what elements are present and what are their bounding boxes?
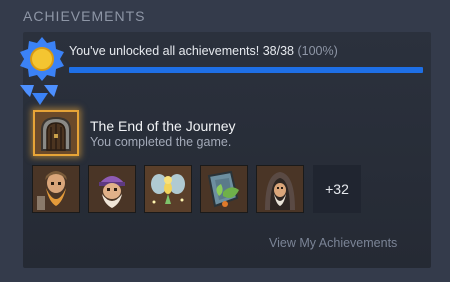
progress-text: You've unlocked all achievements! 38/38 … xyxy=(69,44,338,58)
achievement-list xyxy=(32,165,304,213)
progress-fill xyxy=(69,67,423,73)
stone-door-icon[interactable] xyxy=(33,110,79,156)
featured-achievement-title: The End of the Journey xyxy=(90,118,236,134)
section-title: ACHIEVEMENTS xyxy=(23,8,146,24)
leaf-shield-icon[interactable] xyxy=(200,165,248,213)
completion-badge-icon xyxy=(20,37,64,105)
featured-achievement-description: You completed the game. xyxy=(90,135,232,149)
progress-bar xyxy=(69,67,423,73)
bearded-warrior-icon[interactable] xyxy=(32,165,80,213)
progress-summary: You've unlocked all achievements! 38/38 xyxy=(69,44,294,58)
purple-hat-dwarf-icon[interactable] xyxy=(88,165,136,213)
fairy-icon[interactable] xyxy=(144,165,192,213)
more-achievements-button[interactable]: +32 xyxy=(313,165,361,213)
view-my-achievements-link[interactable]: View My Achievements xyxy=(269,236,397,250)
progress-percent: (100%) xyxy=(297,44,338,58)
hooded-elder-icon[interactable] xyxy=(256,165,304,213)
